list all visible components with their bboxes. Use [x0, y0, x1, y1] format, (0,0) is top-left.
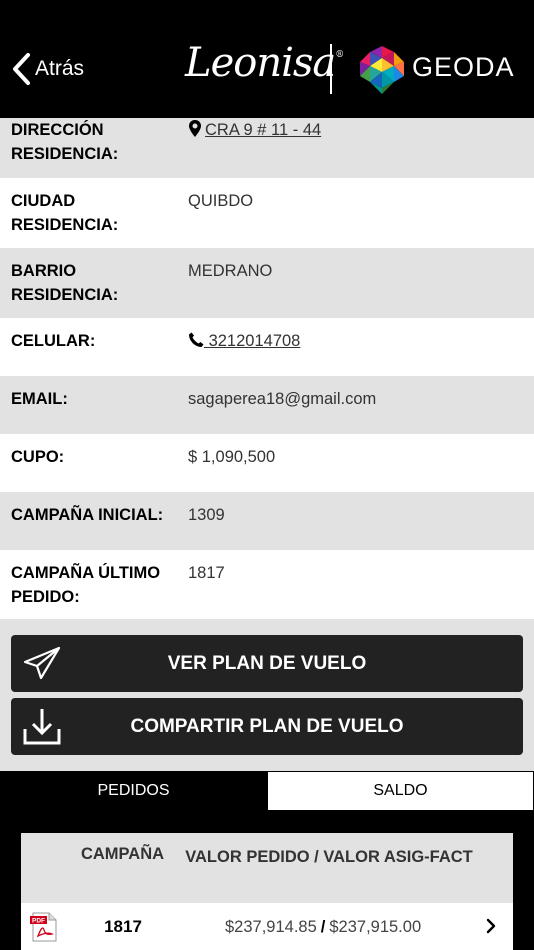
- info-label: BARRIO RESIDENCIA:: [11, 262, 119, 304]
- tab-orders[interactable]: PEDIDOS: [0, 771, 267, 811]
- info-row-initial-campaign: CAMPAÑA INICIAL: 1309: [0, 492, 534, 550]
- address-link[interactable]: CRA 9 # 11 - 44: [205, 118, 321, 142]
- tab-bar: PEDIDOS SALDO: [0, 771, 534, 811]
- leonisa-logo: Leonisa®: [185, 40, 344, 86]
- view-flight-plan-label: VER PLAN DE VUELO: [167, 652, 367, 674]
- value-separator: /: [320, 917, 326, 936]
- info-label: CAMPAÑA ÚLTIMO PEDIDO:: [11, 564, 161, 606]
- share-flight-plan-label: COMPARTIR PLAN DE VUELO: [130, 715, 404, 737]
- info-value: MEDRANO: [188, 262, 273, 280]
- customer-info-list: DIRECCIÓN RESIDENCIA: CRA 9 # 11 - 44 CI…: [0, 118, 534, 620]
- header-divider: [330, 44, 332, 94]
- svg-text:PDF: PDF: [32, 918, 45, 925]
- info-value[interactable]: CRA 9 # 11 - 44: [188, 118, 321, 178]
- download-icon: [23, 709, 61, 745]
- leonisa-logo-text: Leonisa: [185, 40, 336, 86]
- info-value[interactable]: 3212014708: [188, 329, 300, 376]
- info-value: 1309: [188, 506, 225, 524]
- order-value: $237,914.85: [225, 917, 317, 936]
- pdf-file-icon[interactable]: PDF: [30, 912, 58, 942]
- registered-mark: ®: [335, 50, 344, 60]
- info-label: CAMPAÑA INICIAL:: [11, 506, 164, 524]
- phone-icon: [189, 332, 204, 347]
- info-row-address: DIRECCIÓN RESIDENCIA: CRA 9 # 11 - 44: [0, 118, 534, 178]
- info-label: DIRECCIÓN RESIDENCIA:: [11, 121, 119, 163]
- app-header: Atrás Leonisa® GEODA: [0, 0, 534, 118]
- back-label: Atrás: [35, 57, 85, 80]
- back-button[interactable]: Atrás: [10, 52, 84, 86]
- info-label: CIUDAD RESIDENCIA:: [11, 192, 119, 234]
- info-label: CELULAR:: [11, 332, 96, 350]
- table-row[interactable]: PDF 1817 $237,914.85/$237,915.00: [21, 903, 513, 950]
- info-label: CUPO:: [11, 448, 65, 466]
- info-row-neighborhood: BARRIO RESIDENCIA: MEDRANO: [0, 248, 534, 318]
- phone-link[interactable]: 3212014708: [204, 329, 301, 353]
- action-buttons: VER PLAN DE VUELO COMPARTIR PLAN DE VUEL…: [0, 619, 534, 771]
- geoda-brand-text: GEODA: [412, 52, 515, 82]
- info-row-phone: CELULAR: 3212014708: [0, 318, 534, 376]
- orders-table: CAMPAÑA VALOR PEDIDO / VALOR ASIG-FACT P…: [21, 833, 513, 950]
- table-header: CAMPAÑA VALOR PEDIDO / VALOR ASIG-FACT: [21, 833, 513, 903]
- location-pin-icon: [189, 120, 201, 137]
- column-header-campaign: CAMPAÑA: [80, 845, 165, 863]
- column-header-value: VALOR PEDIDO / VALOR ASIG-FACT: [185, 848, 473, 866]
- chevron-right-icon[interactable]: [485, 917, 497, 935]
- info-value: sagaperea18@gmail.com: [188, 390, 377, 408]
- paper-plane-icon: [23, 646, 61, 680]
- info-value: QUIBDO: [188, 192, 254, 210]
- chevron-left-icon: [13, 53, 30, 85]
- orders-panel: CAMPAÑA VALOR PEDIDO / VALOR ASIG-FACT P…: [0, 811, 534, 950]
- view-flight-plan-button[interactable]: VER PLAN DE VUELO: [11, 635, 523, 692]
- share-flight-plan-button[interactable]: COMPARTIR PLAN DE VUELO: [11, 698, 523, 755]
- info-row-credit: CUPO: $ 1,090,500: [0, 434, 534, 492]
- value-cell: $237,914.85/$237,915.00: [225, 918, 421, 937]
- info-row-last-campaign: CAMPAÑA ÚLTIMO PEDIDO: 1817: [0, 550, 534, 620]
- tab-balance[interactable]: SALDO: [267, 771, 534, 811]
- assigned-value: $237,915.00: [329, 917, 422, 936]
- info-value: $ 1,090,500: [188, 448, 276, 466]
- info-label: EMAIL:: [11, 390, 68, 408]
- geoda-logo-icon: [360, 46, 404, 94]
- info-row-city: CIUDAD RESIDENCIA: QUIBDO: [0, 178, 534, 248]
- info-row-email: EMAIL: sagaperea18@gmail.com: [0, 376, 534, 434]
- info-value: 1817: [188, 564, 225, 582]
